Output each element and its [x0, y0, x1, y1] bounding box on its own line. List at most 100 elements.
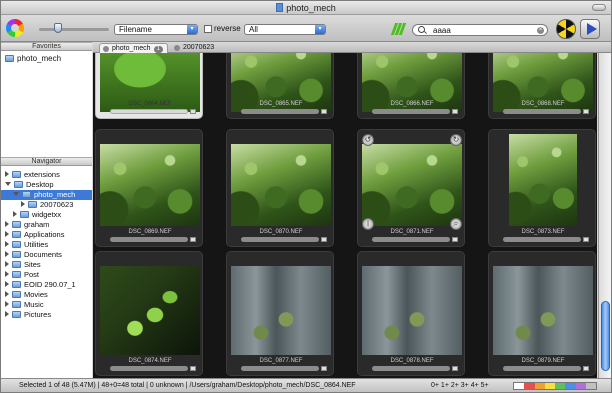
rating-stars-bar[interactable]: [110, 109, 188, 114]
thumbnail-size-slider-knob[interactable]: [54, 23, 62, 33]
rating-stars-bar[interactable]: [241, 237, 319, 242]
disclosure-closed-icon[interactable]: [5, 221, 9, 227]
toolbar-toggle-button[interactable]: [592, 4, 606, 11]
color-label-checkbox[interactable]: [321, 109, 327, 114]
color-label-swatch[interactable]: [524, 383, 535, 389]
color-label-swatch[interactable]: [544, 383, 555, 389]
rating-stars-bar[interactable]: [241, 366, 319, 371]
photo-thumbnail[interactable]: [362, 266, 462, 355]
color-label-checkbox[interactable]: [583, 237, 589, 242]
color-label-checkbox[interactable]: [190, 366, 196, 371]
color-label-swatch[interactable]: [555, 383, 566, 389]
color-label-checkbox[interactable]: [452, 366, 458, 371]
disclosure-closed-icon[interactable]: [5, 301, 9, 307]
scrollbar-thumb[interactable]: [601, 301, 610, 371]
thumbnail-cell[interactable]: DSC_0878.NEF: [357, 251, 465, 376]
color-label-swatch[interactable]: [585, 383, 596, 389]
clear-search-icon[interactable]: ×: [537, 27, 544, 34]
slideshow-play-icon[interactable]: [580, 19, 600, 39]
thumbnail-cell[interactable]: DSC_0869.NEF: [95, 129, 203, 247]
rating-filter-buttons[interactable]: 0+ 1+ 2+ 3+ 4+ 5+: [431, 379, 489, 392]
disclosure-closed-icon[interactable]: [5, 291, 9, 297]
color-label-swatch[interactable]: [565, 383, 576, 389]
navigator-item[interactable]: Movies: [1, 290, 92, 300]
navigator-item[interactable]: Music: [1, 300, 92, 310]
favorite-item[interactable]: photo_mech: [5, 54, 61, 63]
color-label-checkbox[interactable]: [190, 237, 196, 242]
thumbnail-cell[interactable]: DSC_0873.NEF: [488, 129, 596, 247]
tab-20070623[interactable]: 20070623: [171, 43, 218, 53]
navigator-item[interactable]: Post: [1, 270, 92, 280]
close-icon[interactable]: [174, 45, 180, 51]
ratings-filter-icon[interactable]: [390, 23, 407, 35]
rating-stars-bar[interactable]: [241, 109, 319, 114]
photo-thumbnail[interactable]: [509, 134, 577, 226]
color-label-swatch[interactable]: [514, 383, 525, 389]
photo-thumbnail[interactable]: [362, 144, 462, 226]
navigator-item[interactable]: graham: [1, 220, 92, 230]
color-label-checkbox[interactable]: [452, 237, 458, 242]
photo-thumbnail[interactable]: [231, 266, 331, 355]
color-label-checkbox[interactable]: [190, 109, 196, 114]
rotate-right-icon[interactable]: ↻: [450, 134, 462, 146]
thumbnail-cell[interactable]: DSC_0874.NEF: [95, 251, 203, 376]
color-label-checkbox[interactable]: [583, 109, 589, 114]
thumbnail-size-slider[interactable]: [39, 28, 109, 31]
disclosure-open-icon[interactable]: [5, 182, 11, 186]
rating-stars-bar[interactable]: [372, 366, 450, 371]
color-label-filter[interactable]: [513, 382, 597, 390]
sort-select[interactable]: Filename ▾: [114, 24, 198, 35]
tab-photo-mech[interactable]: photo_mech 1: [99, 43, 168, 53]
radiation-icon[interactable]: [556, 19, 576, 39]
thumbnail-cell[interactable]: DSC_0870.NEF: [226, 129, 334, 247]
rating-stars-bar[interactable]: [372, 237, 450, 242]
color-label-swatch[interactable]: [575, 383, 586, 389]
disclosure-closed-icon[interactable]: [13, 211, 17, 217]
thumbnail-cell[interactable]: DSC_0868.NEF: [488, 53, 596, 119]
navigator-item[interactable]: 20070623: [1, 200, 92, 210]
close-icon[interactable]: [103, 46, 109, 52]
photo-thumbnail[interactable]: [100, 266, 200, 355]
navigator-item[interactable]: Documents: [1, 250, 92, 260]
navigator-item[interactable]: Pictures: [1, 310, 92, 320]
thumbnail-cell[interactable]: DSC_0865.NEF: [226, 53, 334, 119]
disclosure-closed-icon[interactable]: [5, 311, 9, 317]
rotate-left-icon[interactable]: ↺: [362, 134, 374, 146]
rating-stars-bar[interactable]: [110, 366, 188, 371]
navigator-item[interactable]: extensions: [1, 170, 92, 180]
thumbnail-cell[interactable]: DSC_0879.NEF: [488, 251, 596, 376]
info-icon[interactable]: i: [362, 218, 374, 230]
rating-stars-bar[interactable]: [503, 237, 581, 242]
navigator-item[interactable]: photo_mech: [1, 190, 92, 200]
photo-thumbnail[interactable]: [100, 144, 200, 226]
thumbnail-cell[interactable]: DSC_0877.NEF: [226, 251, 334, 376]
disclosure-closed-icon[interactable]: [5, 281, 9, 287]
disclosure-closed-icon[interactable]: [5, 171, 9, 177]
filter-select[interactable]: All ▾: [244, 24, 326, 35]
photo-thumbnail[interactable]: [493, 266, 593, 355]
reverse-checkbox[interactable]: [204, 25, 212, 33]
color-label-checkbox[interactable]: [321, 237, 327, 242]
disclosure-closed-icon[interactable]: [5, 271, 9, 277]
color-label-checkbox[interactable]: [452, 109, 458, 114]
rating-stars-bar[interactable]: [503, 366, 581, 371]
disclosure-open-icon[interactable]: [13, 192, 19, 196]
color-label-swatch[interactable]: [534, 383, 545, 389]
search-input[interactable]: aaaa ×: [412, 24, 548, 36]
disclosure-closed-icon[interactable]: [5, 241, 9, 247]
thumbnail-cell[interactable]: DSC_0871.NEF ↺ ↻ i ⌕: [357, 129, 465, 247]
thumbnail-cell[interactable]: DSC_0864.NEF: [95, 53, 203, 119]
rating-stars-bar[interactable]: [110, 237, 188, 242]
navigator-item[interactable]: Utilities: [1, 240, 92, 250]
photo-thumbnail[interactable]: [231, 144, 331, 226]
disclosure-closed-icon[interactable]: [5, 261, 9, 267]
navigator-item[interactable]: widgetxx: [1, 210, 92, 220]
thumbnail-cell[interactable]: DSC_0866.NEF: [357, 53, 465, 119]
rating-stars-bar[interactable]: [503, 109, 581, 114]
vertical-scrollbar[interactable]: [598, 53, 611, 378]
color-label-checkbox[interactable]: [583, 366, 589, 371]
disclosure-closed-icon[interactable]: [5, 251, 9, 257]
navigator-item[interactable]: EOID 290.07_1: [1, 280, 92, 290]
disclosure-closed-icon[interactable]: [21, 201, 25, 207]
zoom-icon[interactable]: ⌕: [450, 218, 462, 230]
